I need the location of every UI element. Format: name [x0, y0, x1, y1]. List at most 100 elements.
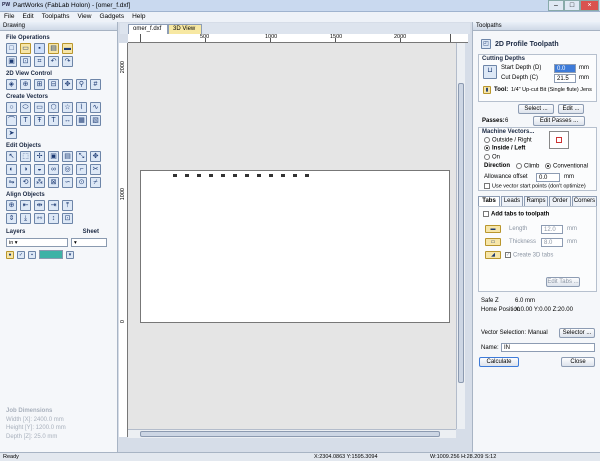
tab-tabs[interactable]: Tabs	[478, 196, 500, 206]
radio-conventional-button[interactable]	[545, 163, 551, 169]
node-edit-icon[interactable]: ⬚	[20, 151, 31, 162]
select-tool-icon[interactable]: ↖	[6, 151, 17, 162]
vector-shape[interactable]	[245, 174, 249, 177]
radio-inside[interactable]: Inside / Left	[484, 145, 525, 152]
vector-shape[interactable]	[233, 174, 237, 177]
vector-shape[interactable]	[269, 174, 273, 177]
tab-length-field[interactable]: 12.0	[541, 225, 563, 234]
radio-climb[interactable]: Climb	[516, 163, 539, 170]
tab-leads[interactable]: Leads	[501, 196, 523, 206]
tab-order[interactable]: Order	[549, 196, 571, 206]
rotate-icon[interactable]: ⟲	[20, 177, 31, 188]
radio-outside[interactable]: Outside / Right	[484, 137, 532, 144]
break-icon[interactable]: ⌿	[90, 177, 101, 188]
text-tool-icon[interactable]: T	[20, 115, 31, 126]
material-sheet[interactable]	[140, 170, 450, 323]
align-hcenter-icon[interactable]: ⇹	[34, 200, 45, 211]
layer-select[interactable]: in ▾	[6, 238, 68, 247]
tab-thickness-field[interactable]: 8.0	[541, 238, 563, 247]
redo-icon[interactable]: ↷	[62, 56, 73, 67]
layer-options-icon[interactable]: ▾	[66, 250, 74, 259]
align-left-icon[interactable]: ⇤	[20, 200, 31, 211]
close-button[interactable]: Close	[561, 357, 595, 367]
vector-shape[interactable]	[257, 174, 261, 177]
align-center-icon[interactable]: ⊕	[6, 200, 17, 211]
ellipse-tool-icon[interactable]: ⬭	[20, 102, 31, 113]
import-icon[interactable]: ▤	[48, 43, 59, 54]
allowance-field[interactable]: 0.0	[536, 173, 560, 182]
layer-color-select[interactable]	[39, 250, 63, 259]
trim-icon[interactable]: ✂	[90, 164, 101, 175]
save-icon[interactable]: ▪	[34, 43, 45, 54]
tab-corners[interactable]: Corners	[572, 196, 597, 206]
open-file-icon[interactable]: ▭	[20, 43, 31, 54]
vertical-scrollbar[interactable]	[456, 43, 465, 429]
align-vcenter-icon[interactable]: ⇕	[6, 213, 17, 224]
vector-shape[interactable]	[209, 174, 213, 177]
curve-tool-icon[interactable]: ∿	[90, 102, 101, 113]
menu-view[interactable]: View	[74, 12, 96, 20]
space-horizontal-icon[interactable]: ⇿	[34, 213, 45, 224]
bitmap-trace-icon[interactable]: ▧	[90, 115, 101, 126]
add-tabs-checkbox[interactable]: Add tabs to toolpath	[483, 211, 549, 218]
offset-icon[interactable]: ◎	[62, 164, 73, 175]
weld-icon[interactable]: ◐	[6, 164, 17, 175]
radio-conventional[interactable]: Conventional	[545, 163, 588, 170]
undo-icon[interactable]: ↶	[48, 56, 59, 67]
grid-icon[interactable]: #	[90, 79, 101, 90]
fillet-icon[interactable]: ⌐	[76, 164, 87, 175]
align-top-icon[interactable]: ⤒	[62, 200, 73, 211]
join-icon[interactable]: ∞	[48, 164, 59, 175]
circle-tool-icon[interactable]: ○	[6, 102, 17, 113]
maximize-button[interactable]: □	[564, 0, 580, 11]
group-icon[interactable]: ▣	[48, 151, 59, 162]
vector-shape[interactable]	[197, 174, 201, 177]
array-icon[interactable]: ⁂	[34, 177, 45, 188]
vector-shape[interactable]	[221, 174, 225, 177]
zoom-selection-icon[interactable]: ⚲	[76, 79, 87, 90]
vector-shape[interactable]	[173, 174, 177, 177]
sheet-select[interactable]: ▾	[71, 238, 107, 247]
minimize-button[interactable]: –	[548, 0, 564, 11]
tool-select-button[interactable]: Select ...	[518, 104, 554, 114]
folder-icon[interactable]: ▬	[62, 43, 73, 54]
menu-edit[interactable]: Edit	[18, 12, 37, 20]
use-start-points-checkbox[interactable]: Use vector start points (don't optimize)	[484, 183, 586, 189]
transform-icon[interactable]: ✢	[34, 151, 45, 162]
ungroup-icon[interactable]: ▤	[62, 151, 73, 162]
align-bottom-icon[interactable]: ⤓	[20, 213, 31, 224]
space-vertical-icon[interactable]: ↕	[48, 213, 59, 224]
layer-lock-icon[interactable]: ✓	[17, 250, 25, 259]
zoom-in-icon[interactable]: ⊞	[34, 79, 45, 90]
intersect-icon[interactable]: ◒	[34, 164, 45, 175]
polyline-tool-icon[interactable]: ⌇	[76, 102, 87, 113]
tool-edit-button[interactable]: Edit ...	[558, 104, 584, 114]
star-tool-icon[interactable]: ☆	[62, 102, 73, 113]
radio-on[interactable]: On	[484, 154, 500, 161]
measure-icon[interactable]: ⌗	[34, 56, 45, 67]
rectangle-tool-icon[interactable]: ▭	[34, 102, 45, 113]
smooth-icon[interactable]: ∽	[62, 177, 73, 188]
layer-visible-icon[interactable]: ●	[6, 250, 14, 259]
selector-button[interactable]: Selector ...	[559, 328, 595, 338]
tab-drawing[interactable]: omer_f.dxf	[128, 24, 168, 34]
tab-ramps[interactable]: Ramps	[524, 196, 548, 206]
arc-tool-icon[interactable]: ⌒	[6, 115, 17, 126]
zoom-box-icon[interactable]: ⊕	[20, 79, 31, 90]
move-icon[interactable]: ✥	[90, 151, 101, 162]
use-start-points-box[interactable]	[484, 183, 490, 189]
vector-shape[interactable]	[185, 174, 189, 177]
scale-icon[interactable]: ⤡	[76, 151, 87, 162]
dimension-tool-icon[interactable]: ↔	[62, 115, 73, 126]
zoom-extents-icon[interactable]: ◈	[6, 79, 17, 90]
tab-3d-view[interactable]: 3D View	[168, 24, 202, 34]
radio-climb-button[interactable]	[516, 163, 522, 169]
menu-file[interactable]: File	[0, 12, 18, 20]
menu-help[interactable]: Help	[128, 12, 149, 20]
add-tabs-box[interactable]	[483, 211, 489, 217]
vertical-scroll-thumb[interactable]	[458, 83, 464, 383]
close-vectors-icon[interactable]: ⊙	[76, 177, 87, 188]
edit-passes-button[interactable]: Edit Passes ...	[533, 116, 585, 126]
menu-toolpaths[interactable]: Toolpaths	[38, 12, 74, 20]
create-3d-tabs-box[interactable]: ✓	[505, 252, 511, 258]
